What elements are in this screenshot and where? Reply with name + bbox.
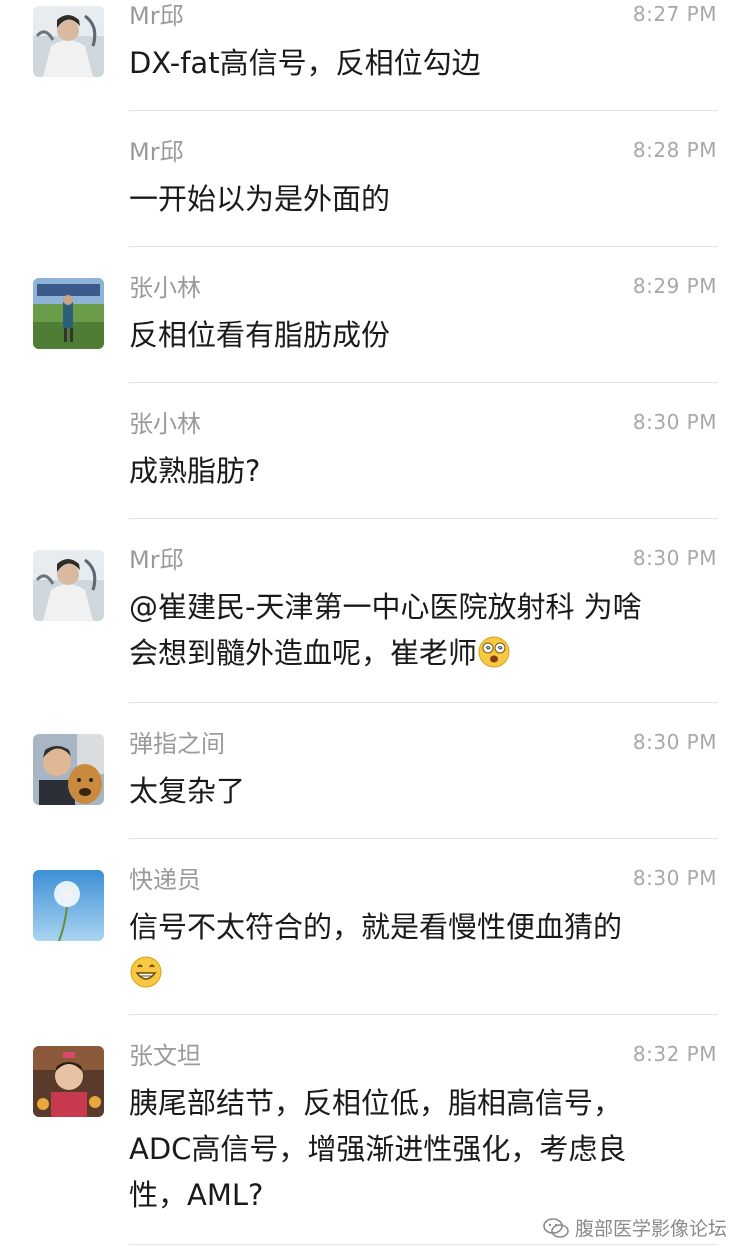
message-text: DX-fat高信号，反相位勾边 xyxy=(129,40,709,86)
separator xyxy=(129,1244,718,1245)
chat-message: Mr邱 8:30 PM @崔建民-天津第一中心医院放射科 为啥 会想到髓外造血呢… xyxy=(0,544,749,702)
avatar[interactable] xyxy=(33,870,104,941)
separator xyxy=(129,382,718,383)
grinning-face-emoji-icon xyxy=(130,956,162,988)
separator xyxy=(129,702,718,703)
chat-message: Mr邱 8:28 PM 一开始以为是外面的 xyxy=(0,136,749,247)
sender-name: 弹指之间 xyxy=(129,730,225,758)
avatar[interactable] xyxy=(33,550,104,621)
wechat-icon xyxy=(543,1217,569,1238)
separator xyxy=(129,246,718,247)
dizzy-face-emoji-icon xyxy=(478,636,510,668)
message-time: 8:28 PM xyxy=(632,138,717,162)
message-line xyxy=(129,950,709,996)
avatar[interactable] xyxy=(33,734,104,805)
watermark-text: 腹部医学影像论坛 xyxy=(574,1218,727,1240)
message-line: DX-fat高信号，反相位勾边 xyxy=(129,46,481,80)
message-line: 胰尾部结节，反相位低，脂相高信号， xyxy=(129,1086,623,1120)
message-line: 性，AML? xyxy=(129,1178,264,1212)
sender-name: Mr邱 xyxy=(129,138,184,166)
avatar[interactable] xyxy=(33,1046,104,1117)
message-time: 8:30 PM xyxy=(632,546,717,570)
message-line-text: 会想到髓外造血呢，崔老师 xyxy=(129,636,478,670)
message-time: 8:29 PM xyxy=(632,274,717,298)
message-line: 一开始以为是外面的 xyxy=(129,182,391,216)
message-line: 会想到髓外造血呢，崔老师 xyxy=(129,630,709,676)
sender-name: Mr邱 xyxy=(129,546,184,574)
avatar[interactable] xyxy=(33,278,104,349)
avatar-dandelion-icon xyxy=(33,870,104,941)
separator xyxy=(129,518,718,519)
message-line: 信号不太符合的，就是看慢性便血猜的 xyxy=(129,910,623,944)
sender-name: Mr邱 xyxy=(129,2,184,30)
message-text: 反相位看有脂肪成份 xyxy=(129,312,709,358)
message-line: 反相位看有脂肪成份 xyxy=(129,318,391,352)
message-line: ADC高信号，增强渐进性强化，考虑良 xyxy=(129,1132,627,1166)
message-time: 8:32 PM xyxy=(632,1042,717,1066)
avatar-landscape-icon xyxy=(33,278,104,349)
chat-message: 快递员 8:30 PM 信号不太符合的，就是看慢性便血猜的 xyxy=(0,864,749,1014)
chat-message: 张小林 8:29 PM 反相位看有脂肪成份 xyxy=(0,272,749,383)
message-line: @崔建民-天津第一中心医院放射科 为啥 xyxy=(129,590,642,624)
sender-name: 张小林 xyxy=(129,410,201,438)
message-text: 太复杂了 xyxy=(129,768,709,814)
sender-name: 快递员 xyxy=(129,866,201,894)
sender-name: 张小林 xyxy=(129,274,201,302)
separator xyxy=(129,838,718,839)
chat-message: Mr邱 8:27 PM DX-fat高信号，反相位勾边 xyxy=(0,0,749,111)
separator xyxy=(129,110,718,111)
message-text: @崔建民-天津第一中心医院放射科 为啥 会想到髓外造血呢，崔老师 xyxy=(129,584,709,676)
avatar-child-icon xyxy=(33,1046,104,1117)
message-time: 8:30 PM xyxy=(632,866,717,890)
message-text: 胰尾部结节，反相位低，脂相高信号， ADC高信号，增强渐进性强化，考虑良 性，A… xyxy=(129,1080,709,1218)
avatar[interactable] xyxy=(33,6,104,77)
chat-message: 弹指之间 8:30 PM 太复杂了 xyxy=(0,728,749,839)
message-time: 8:27 PM xyxy=(632,2,717,26)
avatar-man-dog-icon xyxy=(33,734,104,805)
chat-message: 张小林 8:30 PM 成熟脂肪? xyxy=(0,408,749,519)
message-line: 成熟脂肪? xyxy=(129,454,261,488)
message-text: 信号不太符合的，就是看慢性便血猜的 xyxy=(129,904,709,996)
sender-name: 张文坦 xyxy=(129,1042,201,1070)
separator xyxy=(129,1014,718,1015)
watermark: 腹部医学影像论坛 xyxy=(543,1214,727,1241)
message-time: 8:30 PM xyxy=(632,730,717,754)
message-time: 8:30 PM xyxy=(632,410,717,434)
message-text: 成熟脂肪? xyxy=(129,448,709,494)
message-text: 一开始以为是外面的 xyxy=(129,176,709,222)
avatar-man-icon xyxy=(33,6,104,77)
message-line: 太复杂了 xyxy=(129,774,246,808)
avatar-man-icon xyxy=(33,550,104,621)
